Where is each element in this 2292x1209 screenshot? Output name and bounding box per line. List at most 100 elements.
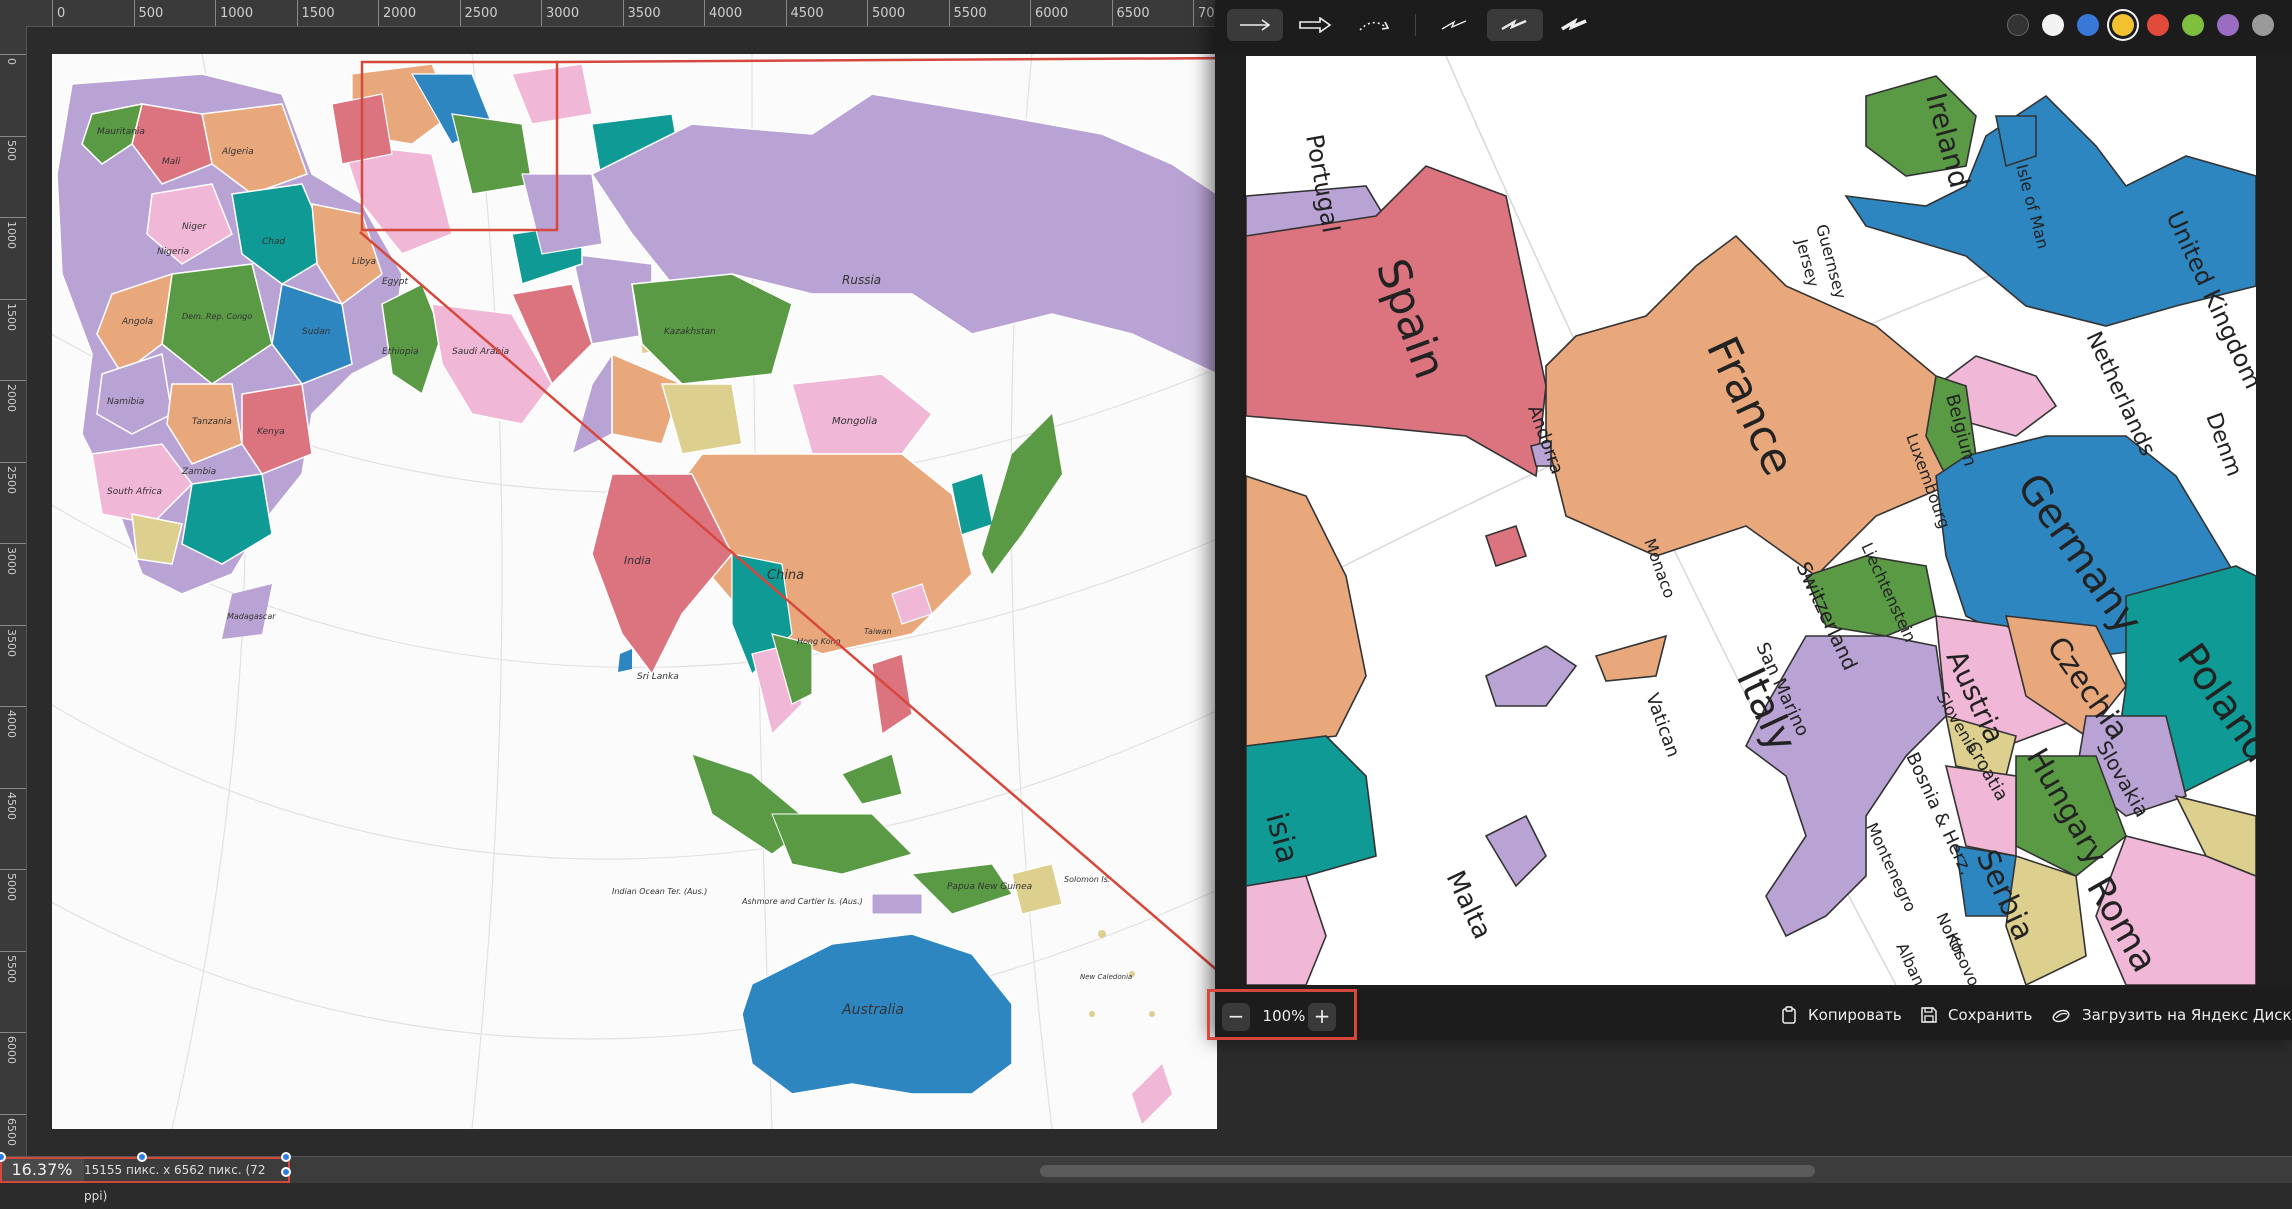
arrow-tool-button[interactable] (1227, 9, 1283, 41)
ruler-tick-label: 70 (1198, 6, 1215, 21)
label-china: China (767, 568, 804, 583)
ruler-tick: 4000 (0, 706, 26, 738)
copy-button[interactable]: Копировать (1780, 1003, 1902, 1027)
ruler-tick-label: 5000 (5, 873, 18, 901)
ruler-tick: 4500 (0, 787, 26, 820)
color-swatch-red[interactable] (2147, 14, 2169, 36)
cloud-disk-icon (2052, 1009, 2070, 1023)
editor-bottom-bar: − 100% + Копировать Сохранить Загрузить … (1207, 989, 2292, 1040)
ruler-tick-label: 2500 (5, 465, 18, 494)
ruler-tick: 0 (52, 0, 65, 26)
ruler-tick-label: 1000 (220, 6, 254, 21)
label-dr-congo: Dem. Rep. Congo (182, 312, 252, 321)
ruler-tick-label: 5500 (953, 6, 987, 21)
marker-tool-button[interactable] (1487, 9, 1543, 41)
zoom-value: 100% (1262, 1007, 1306, 1025)
ruler-tick: 70 (1193, 0, 1215, 26)
screenshot-preview[interactable]: Portugal Spain France Andorra Monaco Ire… (1246, 56, 2256, 985)
africa (56, 73, 453, 595)
color-swatch-dark[interactable] (2007, 14, 2029, 36)
ruler-tick: 1500 (296, 0, 335, 26)
color-swatch-yellow[interactable] (2112, 14, 2134, 36)
status-bar: 16.37% 15155 пикс. x 6562 пикс. (72 ppi) (0, 1152, 2292, 1203)
label-ashmore: Ashmore and Cartier Is. (Aus.) (741, 897, 863, 906)
screenshot-editor-panel: Portugal Spain France Andorra Monaco Ire… (1207, 0, 2292, 1040)
label-egypt: Egypt (382, 277, 408, 287)
ruler-tick-label: 2500 (464, 6, 498, 21)
pencil-stroke-icon (1441, 20, 1467, 30)
ruler-tick-label: 6000 (5, 1036, 18, 1064)
ruler-tick-label: 1500 (5, 302, 18, 331)
ruler-tick-label: 5000 (872, 6, 906, 21)
world-map: Russia China India Mongolia Australia Ka… (52, 54, 1217, 1129)
label-tanzania: Tanzania (192, 417, 232, 427)
ruler-tick: 3500 (0, 624, 26, 657)
color-swatch-blue[interactable] (2077, 14, 2099, 36)
label-namibia: Namibia (107, 397, 144, 407)
label-hong-kong: Hong Kong (797, 637, 841, 646)
ruler-tick-label: 2000 (5, 384, 18, 412)
annotation-toolbar (1215, 0, 2292, 50)
ruler-tick: 1500 (0, 298, 26, 331)
ruler-tick-label: 0 (57, 6, 66, 21)
ruler-tick: 3000 (541, 0, 579, 26)
label-mali: Mali (162, 157, 181, 167)
ruler-tick: 500 (133, 0, 163, 26)
curve-arrow-tool-button[interactable] (1347, 9, 1403, 41)
ruler-tick-label: 0 (5, 58, 18, 65)
floppy-disk-icon (1921, 1007, 1937, 1023)
ruler-tick-label: 3000 (5, 547, 18, 575)
label-kenya: Kenya (257, 427, 285, 437)
label-saudi-arabia: Saudi Arabia (452, 347, 509, 357)
selection-handle[interactable] (281, 1152, 291, 1162)
ruler-tick-label: 2000 (383, 6, 417, 21)
zoom-controls: − 100% + (1207, 989, 1357, 1040)
label-chad: Chad (262, 237, 286, 247)
ruler-tick-label: 500 (5, 139, 18, 161)
label-indian-ocean: Indian Ocean Ter. (Aus.) (612, 887, 707, 896)
map-canvas[interactable]: Russia China India Mongolia Australia Ka… (52, 54, 1217, 1129)
label-south-africa: South Africa (107, 487, 162, 497)
label-kazakhstan: Kazakhstan (664, 327, 716, 337)
ruler-tick-label: 3500 (627, 6, 661, 21)
color-swatch-purple[interactable] (2217, 14, 2239, 36)
upload-yandex-disk-button[interactable]: Загрузить на Яндекс Диск (2050, 1003, 2292, 1027)
ruler-tick: 2500 (0, 461, 26, 494)
color-swatch-gray[interactable] (2252, 14, 2274, 36)
save-label: Сохранить (1948, 1006, 2033, 1024)
color-swatch-green[interactable] (2182, 14, 2204, 36)
ruler-tick-label: 1000 (5, 221, 18, 249)
selection-handle[interactable] (137, 1152, 147, 1162)
horizontal-scrollbar[interactable] (1040, 1165, 1815, 1177)
arrow-icon (1240, 19, 1271, 31)
marker-stroke-icon (1501, 19, 1527, 31)
label-sri-lanka: Sri Lanka (637, 672, 679, 682)
save-button[interactable]: Сохранить (1920, 1003, 2032, 1027)
label-ethiopia: Ethiopia (382, 347, 419, 357)
brush-tool-button[interactable] (1547, 9, 1603, 41)
preview-label-north-mac: North (1932, 910, 1968, 959)
ruler-tick: 5500 (0, 950, 26, 983)
zoom-out-button[interactable]: − (1222, 1003, 1250, 1031)
curved-arrow-icon (1359, 21, 1390, 31)
ruler-tick: 4500 (785, 0, 824, 26)
east-asia-islands (952, 414, 1062, 574)
zoom-in-button[interactable]: + (1308, 1003, 1336, 1031)
preview-label-denmark: Denm (2200, 410, 2246, 480)
ruler-tick: 2000 (378, 0, 416, 26)
thick-arrow-tool-button[interactable] (1287, 9, 1343, 41)
label-algeria: Algeria (221, 147, 254, 157)
pencil-tool-button[interactable] (1427, 9, 1483, 41)
ruler-tick-label: 5500 (5, 954, 18, 983)
label-angola: Angola (121, 317, 153, 327)
color-swatch-white[interactable] (2042, 14, 2064, 36)
mongolia-shape (791, 373, 934, 455)
label-mongolia: Mongolia (832, 416, 877, 427)
selection-handle[interactable] (281, 1167, 291, 1177)
ruler-tick-label: 500 (138, 6, 164, 21)
europe-zoom-map: Portugal Spain France Andorra Monaco Ire… (1246, 56, 2256, 985)
ruler-tick: 5000 (0, 869, 26, 901)
label-solomon: Solomon Is. (1064, 875, 1110, 884)
label-madagascar: Madagascar (227, 612, 276, 621)
label-papua: Papua New Guinea (947, 882, 1032, 892)
